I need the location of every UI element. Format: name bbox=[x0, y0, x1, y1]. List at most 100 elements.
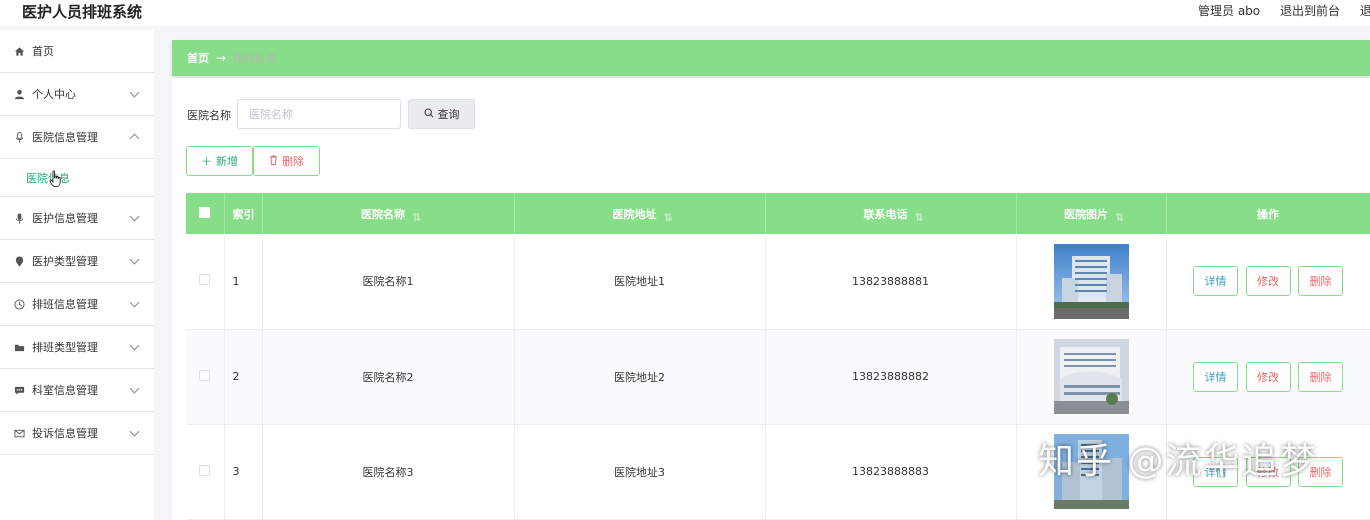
edit-button[interactable]: 修改 bbox=[1245, 361, 1291, 392]
sidebar-subitem-hospital-info[interactable]: 医院信息 bbox=[0, 159, 154, 197]
trash-icon bbox=[269, 155, 278, 168]
row-name: 医院名称3 bbox=[262, 424, 515, 520]
row-select-cell bbox=[186, 329, 225, 425]
sidebar-item-hospital-info-mgmt[interactable]: 医院信息管理 bbox=[0, 116, 154, 159]
add-button-label: 新增 bbox=[216, 155, 238, 168]
search-button[interactable]: 查询 bbox=[408, 99, 475, 129]
hospital-thumbnail[interactable] bbox=[1053, 243, 1129, 319]
row-phone: 13823888883 bbox=[765, 424, 1017, 520]
row-checkbox[interactable] bbox=[199, 274, 211, 286]
select-all-cell bbox=[186, 193, 225, 234]
row-address: 医院地址1 bbox=[514, 234, 766, 330]
row-phone: 13823888881 bbox=[765, 234, 1017, 330]
sidebar-item-label: 个人中心 bbox=[32, 88, 76, 101]
chevron-down-icon bbox=[129, 383, 140, 394]
header-ops: 操作 bbox=[1166, 193, 1370, 234]
edit-button[interactable]: 修改 bbox=[1245, 266, 1291, 297]
clock-icon bbox=[13, 298, 25, 310]
sidebar-item-schedule-info-mgmt[interactable]: 排班信息管理 bbox=[0, 283, 154, 326]
row-select-cell bbox=[186, 234, 225, 330]
table-row: 1 医院名称1 医院地址1 13823888881 详情 修改 删除 bbox=[186, 234, 1370, 330]
header-image-label: 医院图片 bbox=[1064, 207, 1108, 221]
row-address: 医院地址2 bbox=[514, 329, 766, 425]
row-actions-cell: 详情 修改 删除 bbox=[1166, 234, 1370, 330]
sidebar-item-home[interactable]: 首页 bbox=[0, 30, 154, 73]
top-bar: 医护人员排班系统 管理员 abo 退出到前台 退出 bbox=[0, 0, 1370, 26]
sidebar-item-medical-type-mgmt[interactable]: 医护类型管理 bbox=[0, 240, 154, 283]
mic-icon bbox=[13, 131, 25, 143]
sidebar-item-label: 排班信息管理 bbox=[32, 298, 98, 311]
sidebar-item-medical-staff-mgmt[interactable]: 医护信息管理 bbox=[0, 197, 154, 240]
hospital-thumbnail[interactable] bbox=[1053, 339, 1129, 414]
sort-icon: ⇅ bbox=[663, 210, 673, 224]
header-phone-label: 联系电话 bbox=[863, 207, 908, 221]
row-index: 3 bbox=[224, 424, 263, 520]
row-image-cell bbox=[1016, 329, 1167, 425]
sidebar-item-label: 科室信息管理 bbox=[32, 384, 98, 397]
mic-icon bbox=[13, 212, 25, 224]
add-button[interactable]: ＋ 新增 bbox=[186, 146, 253, 176]
message-icon bbox=[13, 384, 25, 396]
detail-button[interactable]: 详情 bbox=[1193, 361, 1238, 392]
sort-icon: ⇅ bbox=[1115, 210, 1125, 224]
bulk-delete-button[interactable]: 删除 bbox=[253, 146, 320, 176]
watermark: 知乎 @流华追梦 bbox=[1038, 441, 1318, 482]
row-phone: 13823888882 bbox=[765, 329, 1017, 425]
detail-button[interactable]: 详情 bbox=[1193, 266, 1238, 297]
sidebar-item-label: 投诉信息管理 bbox=[32, 427, 98, 440]
chevron-down-icon bbox=[129, 297, 140, 308]
location-icon bbox=[13, 255, 25, 267]
sidebar-item-label: 医护信息管理 bbox=[32, 212, 98, 225]
row-actions-cell: 详情 修改 删除 bbox=[1166, 329, 1370, 425]
chevron-up-icon bbox=[129, 133, 140, 144]
header-name-label: 医院名称 bbox=[361, 207, 405, 221]
current-user: 管理员 abo bbox=[1198, 4, 1261, 18]
logout-link[interactable]: 退出 bbox=[1360, 4, 1370, 18]
delete-button[interactable]: 删除 bbox=[1298, 266, 1343, 297]
row-select-cell bbox=[186, 424, 225, 520]
search-input[interactable] bbox=[237, 99, 401, 129]
header-address-label: 医院地址 bbox=[612, 207, 657, 221]
sidebar-item-personal-center[interactable]: 个人中心 bbox=[0, 73, 154, 116]
header-address[interactable]: 医院地址 ⇅ bbox=[514, 193, 766, 234]
breadcrumb-separator: → bbox=[216, 51, 227, 65]
sort-icon: ⇅ bbox=[412, 210, 422, 224]
hand-cursor-icon bbox=[49, 170, 61, 187]
header-name[interactable]: 医院名称 ⇅ bbox=[262, 193, 515, 234]
breadcrumb: 首页 → 医院信息 bbox=[172, 40, 1370, 76]
row-address: 医院地址3 bbox=[514, 424, 766, 520]
app-title: 医护人员排班系统 bbox=[22, 3, 143, 21]
bulk-delete-button-label: 删除 bbox=[282, 155, 304, 168]
row-index: 1 bbox=[224, 234, 263, 330]
chevron-down-icon bbox=[129, 211, 140, 222]
delete-button[interactable]: 删除 bbox=[1298, 361, 1343, 392]
folder-icon bbox=[13, 341, 25, 353]
select-all-checkbox[interactable] bbox=[199, 206, 211, 218]
table-header-row: 索引 医院名称 ⇅ 医院地址 ⇅ 联系电话 ⇅ 医院图片 ⇅ 操作 bbox=[186, 193, 1370, 234]
sidebar-item-complaint-info-mgmt[interactable]: 投诉信息管理 bbox=[0, 412, 154, 455]
sidebar-subitem-label: 医院信息 bbox=[26, 171, 70, 185]
search-icon bbox=[423, 107, 434, 121]
breadcrumb-home[interactable]: 首页 bbox=[187, 50, 209, 66]
breadcrumb-current: 医院信息 bbox=[233, 52, 278, 65]
sidebar-item-department-info-mgmt[interactable]: 科室信息管理 bbox=[0, 369, 154, 412]
row-name: 医院名称1 bbox=[262, 234, 515, 330]
sidebar: 首页 个人中心 医院信息管理 医院信息 医护信息管理 医护类型管理 排班信息管理… bbox=[0, 30, 154, 520]
sidebar-item-label: 医护类型管理 bbox=[32, 255, 98, 268]
row-checkbox[interactable] bbox=[199, 464, 211, 476]
header-image[interactable]: 医院图片 ⇅ bbox=[1016, 193, 1167, 234]
sidebar-item-label: 排班类型管理 bbox=[32, 341, 98, 354]
sidebar-item-label: 首页 bbox=[32, 45, 54, 58]
home-icon bbox=[13, 45, 25, 57]
user-icon bbox=[13, 88, 25, 100]
chevron-down-icon bbox=[129, 426, 140, 437]
row-checkbox[interactable] bbox=[199, 369, 211, 381]
search-label: 医院名称 bbox=[187, 109, 231, 122]
header-index: 索引 bbox=[224, 193, 263, 234]
exit-to-front-link[interactable]: 退出到前台 bbox=[1280, 4, 1340, 18]
plus-icon: ＋ bbox=[201, 155, 212, 168]
header-phone[interactable]: 联系电话 ⇅ bbox=[765, 193, 1017, 234]
chevron-down-icon bbox=[129, 87, 140, 98]
chevron-down-icon bbox=[129, 340, 140, 351]
sidebar-item-schedule-type-mgmt[interactable]: 排班类型管理 bbox=[0, 326, 154, 369]
